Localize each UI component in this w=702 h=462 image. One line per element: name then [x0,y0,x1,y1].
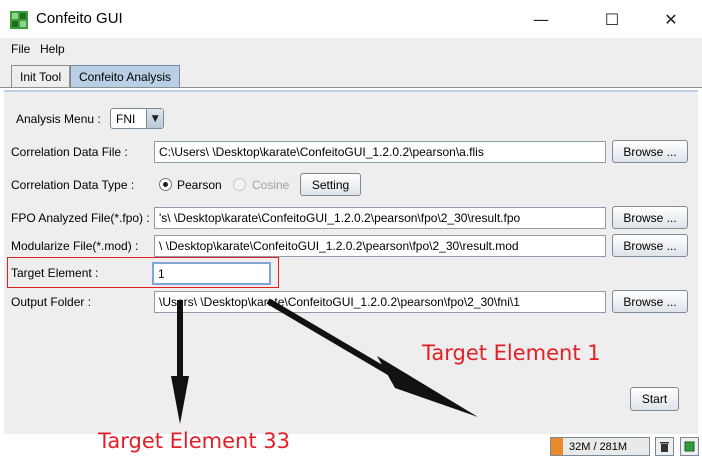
cosine-label: Cosine [252,178,290,192]
start-button[interactable]: Start [630,387,679,411]
browse-correlation-button[interactable]: Browse ... [612,140,688,163]
pearson-radio[interactable] [159,178,172,191]
menu-help[interactable]: Help [40,42,65,56]
mod-file-label: Modularize File(*.mod) : [11,239,139,253]
analysis-menu-dropdown[interactable]: FNI ▼ [110,108,164,129]
trash-icon [660,442,669,452]
chevron-down-icon: ▼ [146,109,163,128]
memory-text: 32M / 281M [569,440,628,453]
output-folder-label: Output Folder : [11,295,92,309]
annotation-target-1: Target Element 1 [422,341,601,365]
fpo-file-label: FPO Analyzed File(*.fpo) : [11,211,150,225]
tab-divider [0,87,702,88]
target-element-highlight [7,257,279,288]
menu-bar [0,38,702,60]
memory-bar-fill [551,438,563,455]
mod-file-field[interactable]: \ \Desktop\karate\ConfeitoGUI_1.2.0.2\pe… [154,235,606,257]
output-folder-field[interactable]: \Users\ \Desktop\karate\ConfeitoGUI_1.2.… [154,291,606,313]
analysis-menu-label: Analysis Menu : [16,112,101,126]
close-button[interactable]: ✕ [648,0,694,38]
browse-output-button[interactable]: Browse ... [612,290,688,313]
memory-indicator: 32M / 281M [550,437,650,456]
maximize-button[interactable]: ☐ [589,0,635,38]
garbage-collect-button[interactable] [655,437,674,456]
correlation-file-field[interactable]: C:\Users\ \Desktop\karate\ConfeitoGUI_1.… [154,141,606,163]
cosine-radio[interactable] [233,178,246,191]
status-toggle-button[interactable] [680,437,699,456]
pearson-label: Pearson [177,178,222,192]
app-logo-icon [10,11,28,29]
setting-button[interactable]: Setting [300,173,361,196]
square-icon [684,441,695,452]
annotation-target-33: Target Element 33 [98,429,290,453]
tab-confeito-analysis[interactable]: Confeito Analysis [70,65,181,87]
window-title: Confeito GUI [36,10,123,27]
minimize-button[interactable]: — [518,0,564,38]
correlation-type-label: Correlation Data Type : [11,178,135,192]
analysis-menu-value: FNI [116,111,136,126]
correlation-file-label: Correlation Data File : [11,145,128,159]
browse-fpo-button[interactable]: Browse ... [612,206,688,229]
tab-init-tool[interactable]: Init Tool [11,65,71,87]
menu-file[interactable]: File [11,42,30,56]
fpo-file-field[interactable]: 's\ \Desktop\karate\ConfeitoGUI_1.2.0.2\… [154,207,606,229]
browse-mod-button[interactable]: Browse ... [612,234,688,257]
